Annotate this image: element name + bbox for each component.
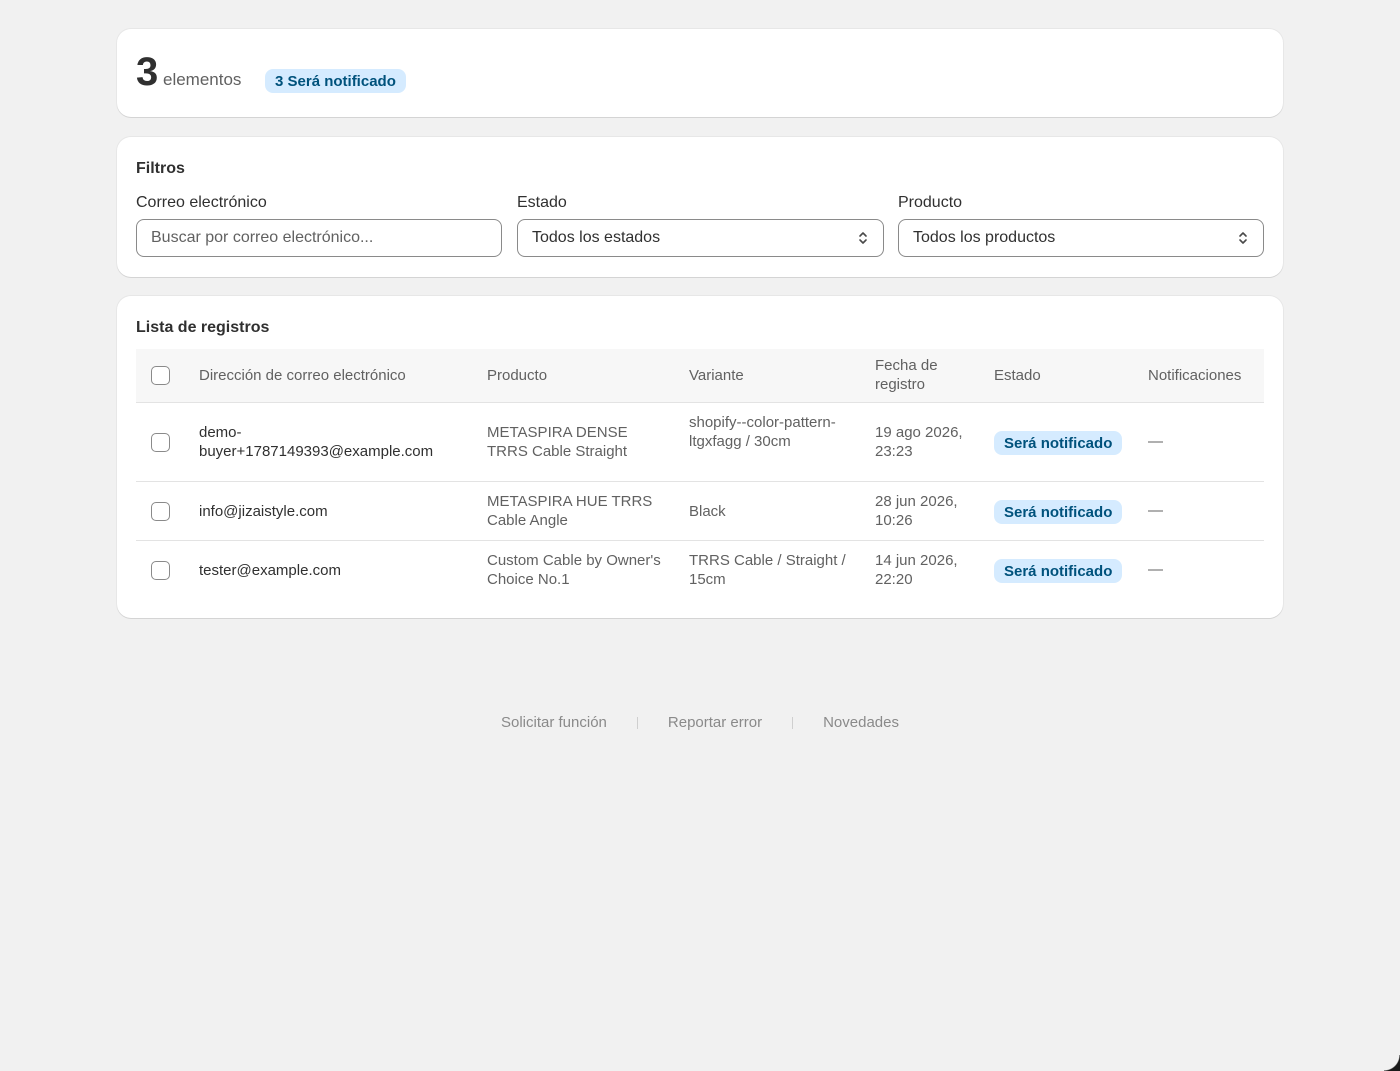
records-list-card: Lista de registros Dirección de correo e… <box>117 296 1283 618</box>
column-product: Producto <box>487 367 548 384</box>
row-variant: TRRS Cable / Straight / 15cm <box>689 552 846 588</box>
row-variant: shopify--color-pattern-ltgxfagg / 30cm <box>689 414 836 450</box>
email-filter-label: Correo electrónico <box>136 194 267 211</box>
row-notifications: — <box>1148 433 1163 450</box>
row-checkbox[interactable] <box>151 561 170 580</box>
summary-card: 3 elementos 3 Será notificado <box>117 29 1283 117</box>
footer-divider <box>792 716 794 729</box>
row-date: 19 ago 2026, 23:23 <box>875 424 963 460</box>
status-summary-badge: 3 Será notificado <box>265 69 406 93</box>
row-checkbox[interactable] <box>151 502 170 521</box>
row-variant: Black <box>689 503 726 520</box>
product-filter-label: Producto <box>898 194 963 211</box>
email-filter-field[interactable] <box>136 219 502 257</box>
table-row[interactable]: demo-buyer+1787149393@example.com METASP… <box>136 403 1264 482</box>
records-list-title: Lista de registros <box>136 319 270 336</box>
request-feature-link[interactable]: Solicitar función <box>501 714 607 731</box>
status-badge: Será notificado <box>994 431 1123 455</box>
items-count-label: elementos <box>163 70 242 89</box>
column-variant: Variante <box>689 367 744 384</box>
column-notifications: Notificaciones <box>1148 367 1242 384</box>
column-date: Fecha de registro <box>875 357 938 393</box>
select-chevrons-icon <box>859 232 867 244</box>
select-all-checkbox[interactable] <box>151 366 170 385</box>
row-email: info@jizaistyle.com <box>199 503 328 520</box>
select-chevrons-icon <box>1239 232 1247 244</box>
table-row[interactable]: info@jizaistyle.com METASPIRA HUE TRRS C… <box>136 482 1264 541</box>
filters-title: Filtros <box>136 160 185 177</box>
row-email: demo-buyer+1787149393@example.com <box>199 424 434 460</box>
row-product: METASPIRA DENSE TRRS Cable Straight <box>487 424 628 460</box>
column-status: Estado <box>994 367 1041 384</box>
page: 3 elementos 3 Será notificado Filtros Co… <box>0 0 1400 1071</box>
column-email: Dirección de correo electrónico <box>199 367 406 384</box>
status-select[interactable]: Todos los estados <box>517 219 884 257</box>
status-select-value: Todos los estados <box>532 229 661 246</box>
footer-divider <box>636 716 638 729</box>
row-notifications: — <box>1148 502 1163 519</box>
row-date: 14 jun 2026, 22:20 <box>875 552 958 588</box>
window-corner <box>1384 1055 1400 1071</box>
status-badge: Será notificado <box>994 500 1123 524</box>
row-product: METASPIRA HUE TRRS Cable Angle <box>487 493 653 529</box>
status-badge: Será notificado <box>994 559 1123 583</box>
email-search-input[interactable] <box>151 229 487 247</box>
row-email: tester@example.com <box>199 562 341 579</box>
footer-links: Solicitar función Reportar error Novedad… <box>0 714 1400 731</box>
table-header: Dirección de correo electrónico Producto… <box>136 349 1264 403</box>
filters-card: Filtros Correo electrónico Estado Todos … <box>117 137 1283 277</box>
items-count: 3 <box>136 50 159 94</box>
row-checkbox[interactable] <box>151 433 170 452</box>
product-select[interactable]: Todos los productos <box>898 219 1264 257</box>
status-filter-label: Estado <box>517 194 567 211</box>
whats-new-link[interactable]: Novedades <box>823 714 899 731</box>
row-date: 28 jun 2026, 10:26 <box>875 493 958 529</box>
product-select-value: Todos los productos <box>913 229 1056 246</box>
table-row[interactable]: tester@example.com Custom Cable by Owner… <box>136 541 1264 600</box>
row-product: Custom Cable by Owner's Choice No.1 <box>487 552 661 588</box>
row-notifications: — <box>1148 561 1163 578</box>
records-table: Dirección de correo electrónico Producto… <box>136 349 1264 600</box>
report-bug-link[interactable]: Reportar error <box>668 714 762 731</box>
